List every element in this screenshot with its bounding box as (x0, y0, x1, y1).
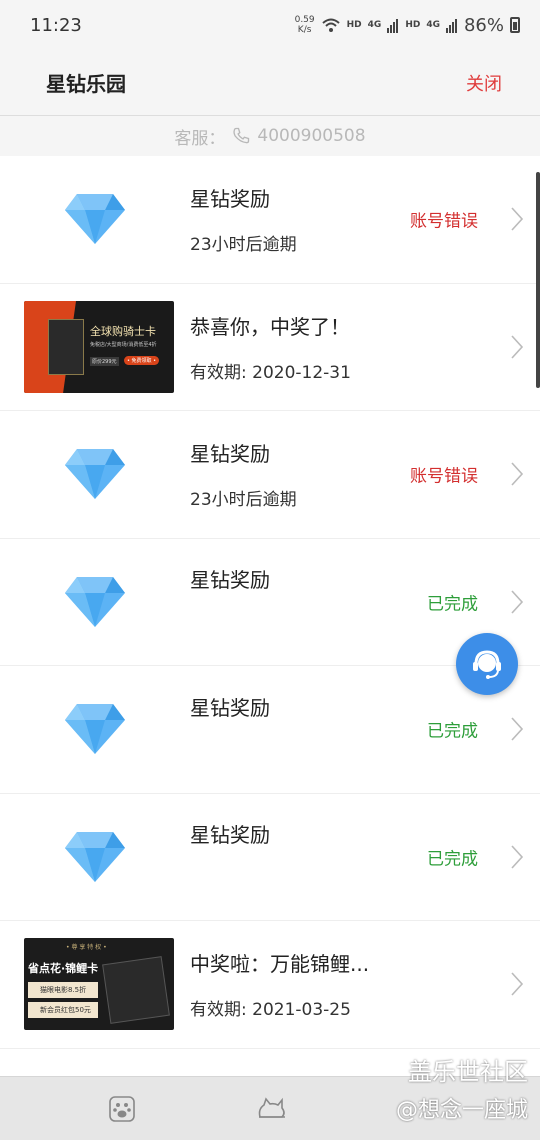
close-button[interactable]: 关闭 (466, 70, 502, 96)
card-text: 全球购骑士卡 (90, 324, 156, 338)
battery-percent: 86% (463, 14, 504, 36)
knight-card-image: 全球购骑士卡 免税店/大型商场/消费低至4折 原价299元 • 免费领取 • (24, 300, 174, 393)
item-title: 恭喜你，中奖了！ (190, 314, 350, 339)
network-type-1: 4G (367, 20, 382, 30)
chevron-right-icon (511, 972, 524, 996)
item-title: 中奖啦：万能锦鲤... (190, 952, 370, 977)
item-content: 中奖啦：万能锦鲤... 有效期: 2021-03-25 (190, 948, 540, 1020)
diamond-icon (65, 704, 125, 755)
chevron-right-icon (511, 207, 524, 231)
item-content: 星钻奖励 (190, 564, 540, 593)
watermark-title: 盖乐世社区 (408, 1058, 528, 1086)
page-title: 星钻乐园 (46, 72, 126, 96)
diamond-icon (65, 194, 125, 245)
status-badge: 已完成 (427, 594, 478, 615)
card-price: 原价299元 (90, 356, 119, 366)
signal-icon-2 (445, 19, 457, 33)
phone-icon (233, 127, 250, 144)
thumbnail (0, 830, 190, 884)
card-subtext: 免税店/大型商场/消费低至4折 (90, 341, 157, 348)
list-item[interactable]: 全球购骑士卡 免税店/大型商场/消费低至4折 原价299元 • 免费领取 • 恭… (0, 283, 540, 411)
status-badge: 已完成 (427, 721, 478, 742)
status-badge: 账号错误 (410, 466, 478, 487)
item-content: 恭喜你，中奖了！ 有效期: 2020-12-31 (190, 311, 540, 383)
koi-card-image: • 尊 享 特 权 • 省点花·锦鲤卡 猫眼电影8.5折 新会员红包50元 (24, 938, 174, 1031)
item-subtitle: 23小时后逾期 (190, 490, 297, 511)
card-top-text: • 尊 享 特 权 • (66, 944, 107, 952)
thumbnail: • 尊 享 特 权 • 省点花·锦鲤卡 猫眼电影8.5折 新会员红包50元 (0, 938, 190, 1031)
item-subtitle: 23小时后逾期 (190, 235, 297, 256)
thumbnail (0, 575, 190, 629)
watermark-author: @想念一座城 (395, 1098, 528, 1123)
list-item[interactable]: 星钻奖励 23小时后逾期 账号错误 (0, 411, 540, 539)
item-title: 星钻奖励 (190, 442, 270, 467)
chevron-right-icon (511, 717, 524, 741)
diamond-icon (65, 576, 125, 627)
thumbnail (0, 192, 190, 246)
status-badge: 账号错误 (410, 211, 478, 232)
card-text: 省点花·锦鲤卡 (28, 962, 99, 976)
scrollbar[interactable] (536, 172, 540, 388)
card-line-2: 新会员红包50元 (40, 1006, 91, 1015)
status-badge: 已完成 (427, 849, 478, 870)
customer-service-bar[interactable]: 客服： 4000900508 (0, 116, 540, 156)
thumbnail (0, 702, 190, 756)
item-content: 星钻奖励 (190, 692, 540, 721)
network-type-2: 4G (426, 20, 440, 30)
list-item[interactable]: 星钻奖励 已完成 (0, 793, 540, 921)
chevron-right-icon (511, 335, 524, 359)
diamond-icon (65, 449, 125, 500)
hd-label-1: HD (346, 20, 362, 30)
app-header: 星钻乐园 关闭 (0, 50, 540, 116)
headset-icon (473, 650, 501, 679)
list-item[interactable]: • 尊 享 特 权 • 省点花·锦鲤卡 猫眼电影8.5折 新会员红包50元 中奖… (0, 921, 540, 1049)
item-subtitle: 有效期: 2021-03-25 (190, 1000, 351, 1021)
item-title: 星钻奖励 (190, 823, 270, 848)
item-title: 星钻奖励 (190, 568, 270, 593)
network-speed: 0.59 K/s (294, 15, 315, 35)
customer-service-fab[interactable] (456, 633, 518, 695)
paw-icon[interactable] (108, 1095, 136, 1123)
service-phone: 4000900508 (257, 126, 366, 146)
list-item[interactable]: 星钻奖励 已完成 (0, 538, 540, 666)
item-title: 星钻奖励 (190, 695, 270, 720)
wifi-icon (321, 18, 340, 32)
item-content: 星钻奖励 (190, 819, 540, 848)
signal-icon-1 (387, 19, 399, 33)
battery-icon (510, 17, 520, 33)
service-label: 客服： (174, 128, 226, 149)
item-content: 星钻奖励 23小时后逾期 (190, 438, 540, 510)
thumbnail: 全球购骑士卡 免税店/大型商场/消费低至4折 原价299元 • 免费领取 • (0, 300, 190, 393)
chevron-right-icon (511, 590, 524, 614)
item-subtitle: 有效期: 2020-12-31 (190, 362, 351, 383)
hd-label-2: HD (405, 20, 421, 30)
list-item[interactable]: 星钻奖励 已完成 (0, 666, 540, 794)
cat-icon[interactable] (256, 1095, 288, 1123)
list-item[interactable]: 星钻奖励 23小时后逾期 账号错误 (0, 156, 540, 284)
chevron-right-icon (511, 462, 524, 486)
reward-list: 星钻奖励 23小时后逾期 账号错误 全球购骑士卡 免税店/大型商场/消费低至4折… (0, 156, 540, 1079)
item-title: 星钻奖励 (190, 187, 270, 212)
status-icons: 0.59 K/s HD 4G HD 4G 86% (295, 15, 520, 36)
diamond-icon (65, 831, 125, 882)
thumbnail (0, 447, 190, 501)
card-line-1: 猫眼电影8.5折 (40, 986, 87, 995)
status-bar: 11:23 0.59 K/s HD 4G HD 4G 86% (0, 0, 540, 50)
chevron-right-icon (511, 845, 524, 869)
card-button: • 免费领取 • (124, 355, 160, 365)
item-content: 星钻奖励 23小时后逾期 (190, 183, 540, 255)
status-time: 11:23 (30, 14, 82, 36)
